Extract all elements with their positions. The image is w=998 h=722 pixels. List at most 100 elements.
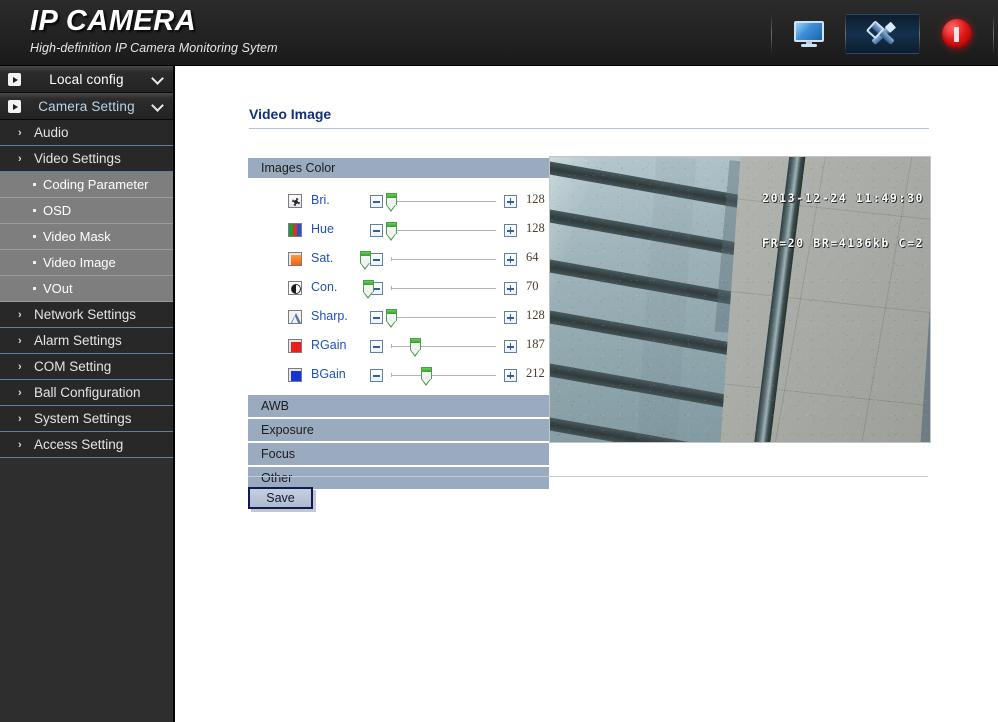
images-color-body: Bri. 128 Hue 128 Sat. 64 Con. 70 Sharp. … xyxy=(248,180,549,395)
sidebar-item-label: Alarm Settings xyxy=(34,333,122,348)
sidebar-item-ball-configuration[interactable]: › Ball Configuration xyxy=(0,380,173,406)
bgain-slider-thumb[interactable] xyxy=(421,367,432,386)
red-gain-icon xyxy=(288,339,302,353)
bri-decrease-button[interactable] xyxy=(370,195,383,208)
header-toolbar xyxy=(771,14,994,54)
rgain-slider-track[interactable] xyxy=(391,344,496,348)
slider-row-rgain: RGain 187 xyxy=(248,333,549,362)
chevron-down-icon xyxy=(152,72,164,84)
sidebar: Local config Camera Setting › Audio › Vi… xyxy=(0,66,175,722)
rgain-decrease-button[interactable] xyxy=(370,340,383,353)
sidebar-item-alarm-settings[interactable]: › Alarm Settings xyxy=(0,328,173,354)
save-button[interactable]: Save xyxy=(248,487,313,509)
sharp-decrease-button[interactable] xyxy=(370,311,383,324)
slider-label: BGain xyxy=(311,367,346,381)
sharpness-icon xyxy=(288,310,302,324)
section-exposure[interactable]: Exposure xyxy=(248,419,549,443)
images-color-panel: Images Color Bri. 128 Hue 128 Sat. 64 Co… xyxy=(248,158,549,491)
video-frame: 2013-12-24 11:49:30 FR=20 BR=4136kb C=2 xyxy=(550,157,930,442)
bgain-slider-track[interactable] xyxy=(391,373,496,377)
con-slider-track[interactable] xyxy=(391,286,496,290)
con-slider-thumb[interactable] xyxy=(363,280,374,299)
preview-button[interactable] xyxy=(772,14,845,54)
hue-slider-track[interactable] xyxy=(391,228,496,232)
bri-increase-button[interactable] xyxy=(504,195,517,208)
bullet-icon xyxy=(33,261,36,264)
video-preview[interactable]: 2013-12-24 11:49:30 FR=20 BR=4136kb C=2 xyxy=(549,156,931,443)
sidebar-item-osd[interactable]: OSD xyxy=(0,198,173,224)
bgain-decrease-button[interactable] xyxy=(370,369,383,382)
tools-icon xyxy=(867,20,899,48)
expand-icon xyxy=(8,100,21,113)
sidebar-item-video-settings[interactable]: › Video Settings xyxy=(0,146,173,172)
sidebar-item-com-setting[interactable]: › COM Setting xyxy=(0,354,173,380)
slider-row-sharp: Sharp. 128 xyxy=(248,304,549,333)
hue-increase-button[interactable] xyxy=(504,224,517,237)
sat-slider-track[interactable] xyxy=(391,257,496,261)
brand: IP CAMERA High-definition IP Camera Moni… xyxy=(30,4,278,56)
slider-label: Sharp. xyxy=(311,309,348,323)
sat-value: 64 xyxy=(526,250,539,264)
saturation-icon xyxy=(288,252,302,266)
sidebar-item-network-settings[interactable]: › Network Settings xyxy=(0,302,173,328)
rgain-slider-thumb[interactable] xyxy=(410,338,421,357)
chevron-down-icon xyxy=(152,99,164,111)
main-content: Video Image Images Color Bri. 128 Hue 12… xyxy=(177,66,998,722)
slider-label: Con. xyxy=(311,280,338,294)
con-increase-button[interactable] xyxy=(504,282,517,295)
sharp-slider-track[interactable] xyxy=(391,315,496,319)
hue-slider-thumb[interactable] xyxy=(386,222,397,241)
arrow-right-icon: › xyxy=(18,361,22,373)
section-focus[interactable]: Focus xyxy=(248,443,549,467)
sidebar-group-label: Local config xyxy=(49,71,124,87)
arrow-right-icon: › xyxy=(18,387,22,399)
sharp-slider-thumb[interactable] xyxy=(386,309,397,328)
settings-button[interactable] xyxy=(846,14,919,54)
sidebar-item-label: COM Setting xyxy=(34,359,112,374)
bullet-icon xyxy=(33,183,36,186)
bri-slider-track[interactable] xyxy=(391,199,496,203)
sidebar-item-vout[interactable]: VOut xyxy=(0,276,173,302)
sharp-increase-button[interactable] xyxy=(504,311,517,324)
sidebar-item-video-mask[interactable]: Video Mask xyxy=(0,224,173,250)
bullet-icon xyxy=(33,287,36,290)
images-color-header[interactable]: Images Color xyxy=(248,158,549,180)
slider-row-con: Con. 70 xyxy=(248,275,549,304)
sidebar-item-label: Video Image xyxy=(43,255,116,270)
slider-label: Bri. xyxy=(311,193,330,207)
footer-divider xyxy=(248,476,928,477)
bri-slider-thumb[interactable] xyxy=(386,193,397,212)
bgain-increase-button[interactable] xyxy=(504,369,517,382)
expand-icon xyxy=(8,73,21,86)
slider-label: Sat. xyxy=(311,251,334,265)
hue-icon xyxy=(288,223,302,237)
slider-row-sat: Sat. 64 xyxy=(248,246,549,275)
sidebar-item-system-settings[interactable]: › System Settings xyxy=(0,406,173,432)
brightness-icon xyxy=(288,194,302,208)
sidebar-item-video-image[interactable]: Video Image xyxy=(0,250,173,276)
bullet-icon xyxy=(33,209,36,212)
slider-row-bgain: BGain 212 xyxy=(248,362,549,391)
rgain-increase-button[interactable] xyxy=(504,340,517,353)
arrow-right-icon: › xyxy=(18,127,22,139)
hue-decrease-button[interactable] xyxy=(370,224,383,237)
slider-label: Hue xyxy=(311,222,334,236)
sidebar-item-label: Ball Configuration xyxy=(34,385,141,400)
sidebar-group-camera-setting[interactable]: Camera Setting xyxy=(0,93,173,120)
section-awb[interactable]: AWB xyxy=(248,395,549,419)
power-icon xyxy=(941,19,972,49)
con-value: 70 xyxy=(526,279,539,293)
sidebar-item-audio[interactable]: › Audio xyxy=(0,120,173,146)
logout-button[interactable] xyxy=(920,14,993,54)
sidebar-group-local-config[interactable]: Local config xyxy=(0,66,173,93)
sidebar-item-access-setting[interactable]: › Access Setting xyxy=(0,432,173,458)
osd-overlay: 2013-12-24 11:49:30 FR=20 BR=4136kb C=2 xyxy=(762,161,924,281)
slider-row-hue: Hue 128 xyxy=(248,217,549,246)
sat-slider-thumb[interactable] xyxy=(360,251,371,270)
osd-stream-info: FR=20 BR=4136kb C=2 xyxy=(762,236,924,250)
sat-decrease-button[interactable] xyxy=(370,253,383,266)
rgain-value: 187 xyxy=(526,337,545,351)
sidebar-item-coding-parameter[interactable]: Coding Parameter xyxy=(0,172,173,198)
sat-increase-button[interactable] xyxy=(504,253,517,266)
blue-gain-icon xyxy=(288,368,302,382)
